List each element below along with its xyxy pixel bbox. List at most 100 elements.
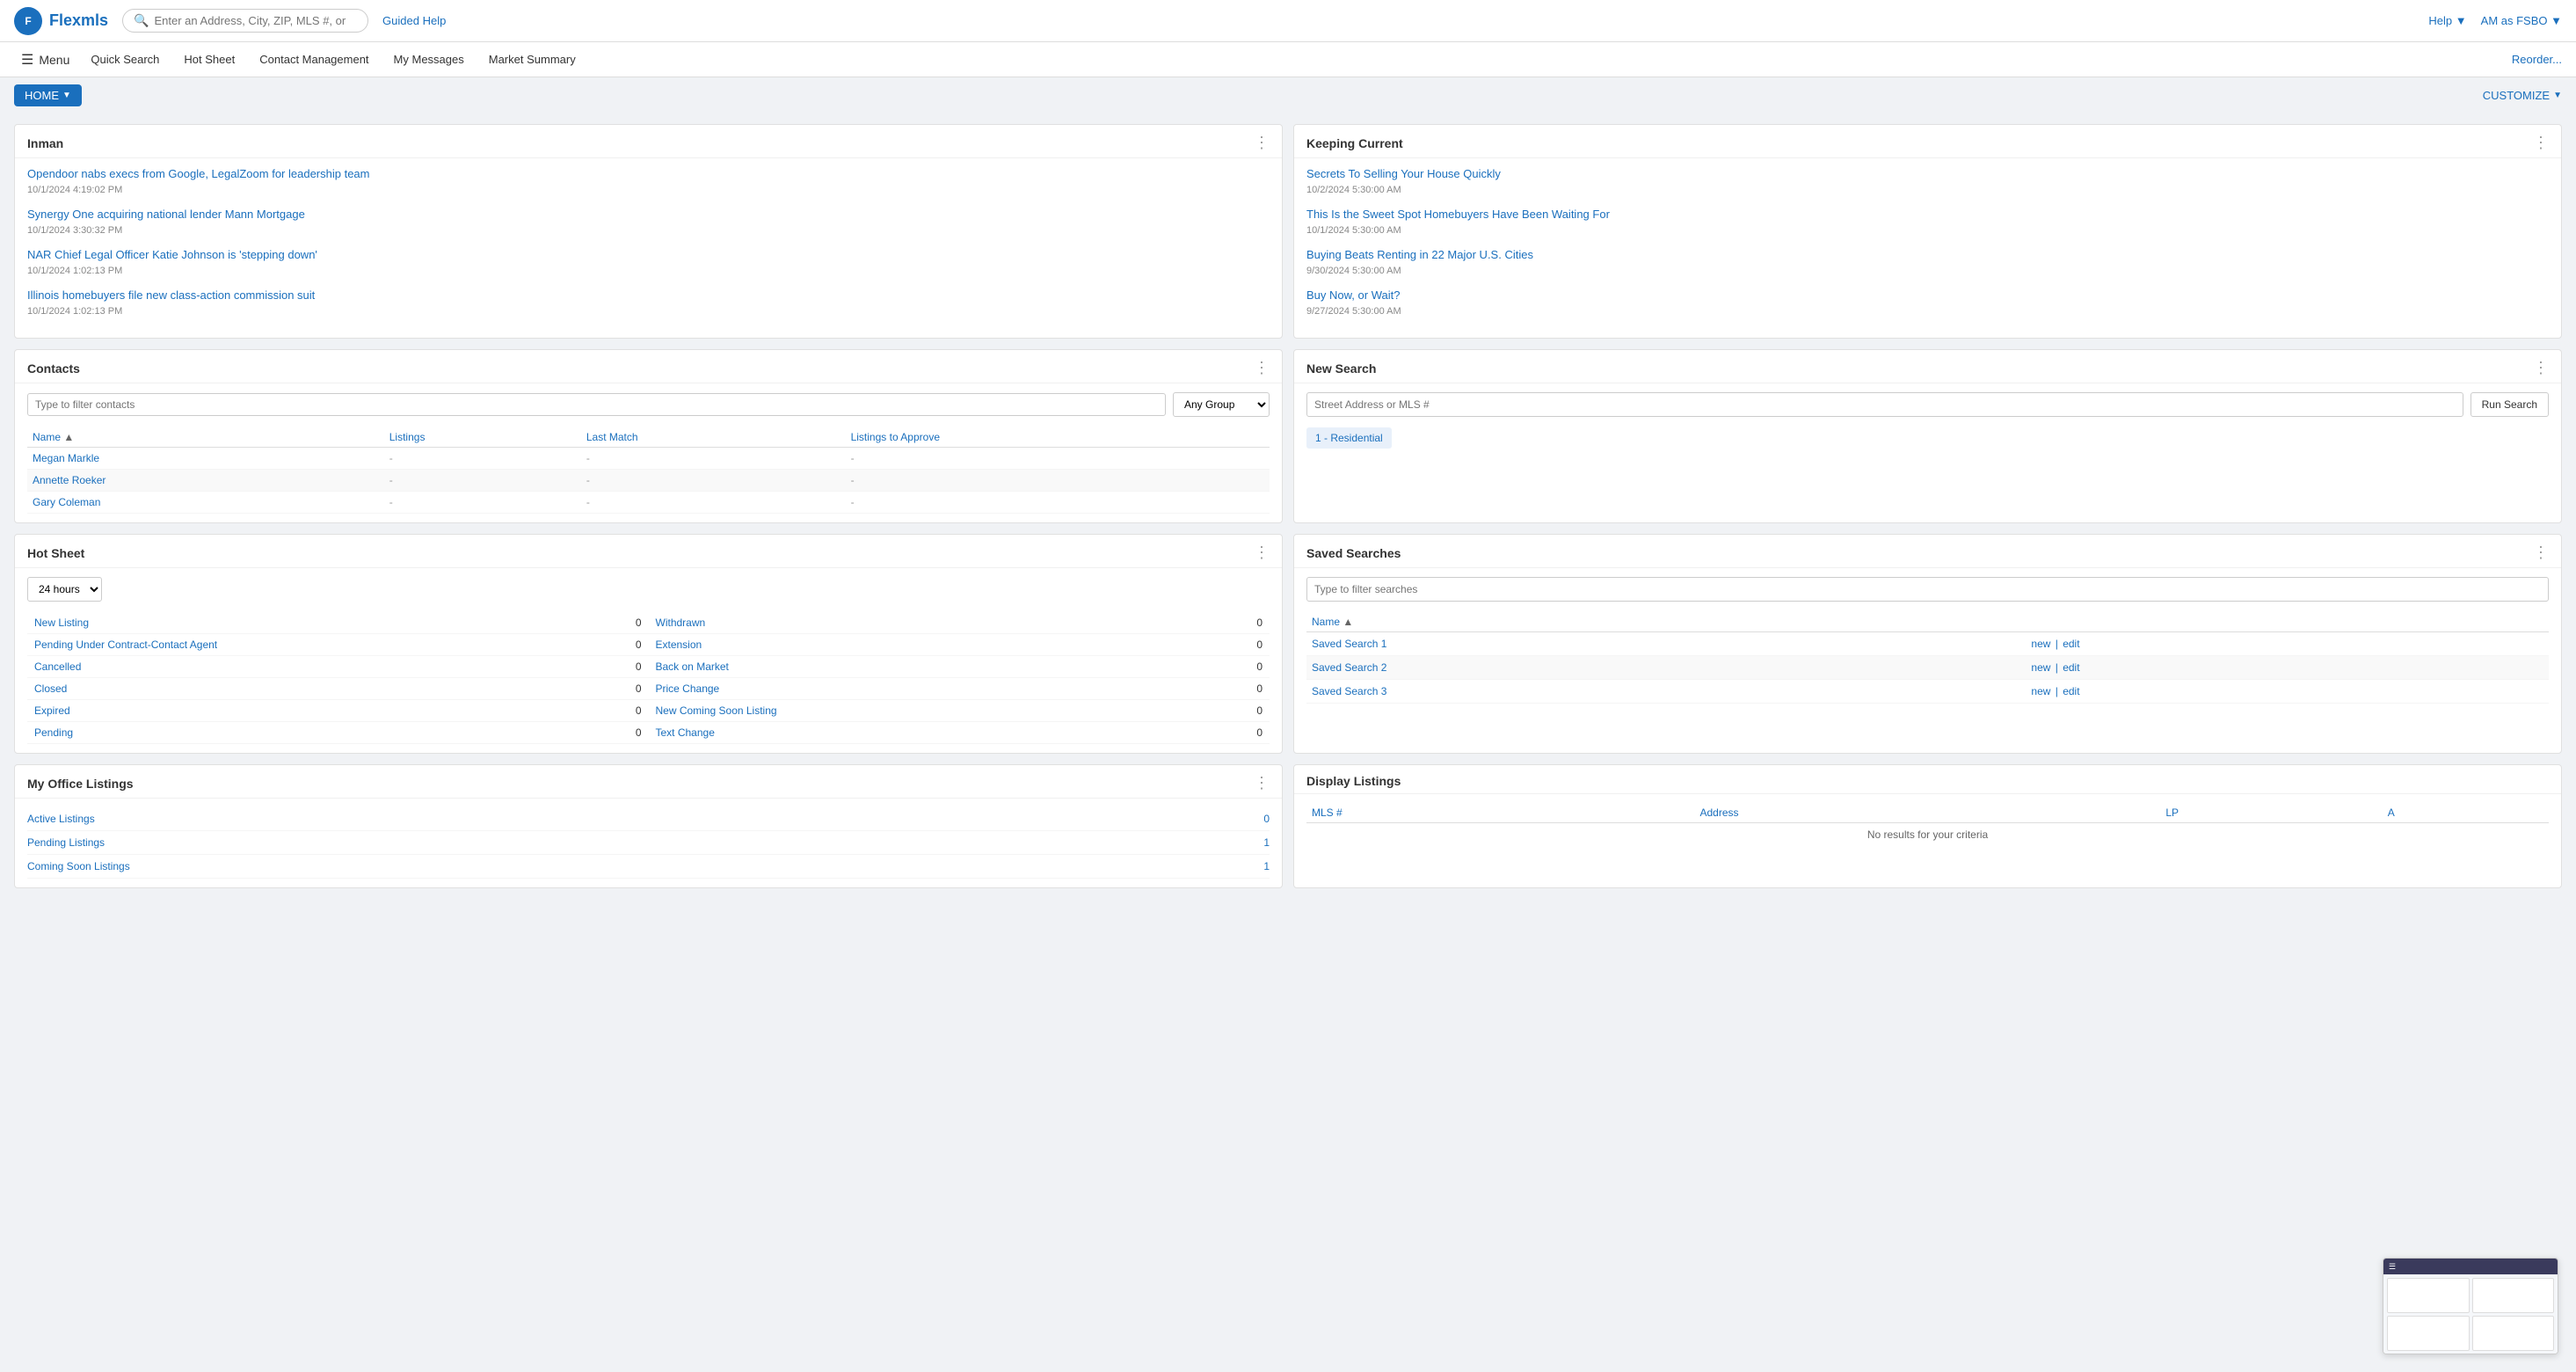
nav-quick-search[interactable]: Quick Search [80,49,170,69]
hotsheet-row: Withdrawn 0 [649,612,1270,634]
saved-search-edit-1[interactable]: edit [2063,638,2079,650]
hot-sheet-widget: Hot Sheet ⋮ 24 hours 48 hours 72 hours 1… [14,534,1283,754]
thumb-block-3 [2387,1316,2470,1351]
display-listings-table: MLS # Address LP A [1306,803,2549,846]
contact-link[interactable]: Megan Markle [33,452,99,464]
hotsheet-back-on-market[interactable]: Back on Market [656,660,729,673]
saved-search-new-1[interactable]: new [2031,638,2050,650]
saved-searches-menu-button[interactable]: ⋮ [2533,544,2549,562]
display-col-lp[interactable]: LP [2160,803,2382,823]
contacts-col-listings[interactable]: Listings [384,427,581,448]
hot-sheet-menu-button[interactable]: ⋮ [1254,544,1270,562]
search-type-tag[interactable]: 1 - Residential [1306,427,1392,449]
hotsheet-pending[interactable]: Pending [34,726,73,739]
contacts-filter-input[interactable] [27,393,1166,416]
kc-news-link-1[interactable]: Secrets To Selling Your House Quickly [1306,167,2549,180]
hotsheet-closed[interactable]: Closed [34,682,67,695]
contacts-widget: Contacts ⋮ Any Group Group 1 Group 2 Nam… [14,349,1283,523]
saved-searches-col-actions [2024,612,2549,632]
hotsheet-price-change[interactable]: Price Change [656,682,720,695]
new-search-menu-button[interactable]: ⋮ [2533,359,2549,377]
saved-searches-filter-input[interactable] [1306,577,2549,602]
nav-market-summary[interactable]: Market Summary [478,49,586,69]
thumbnail-bar: ☰ [2383,1259,2558,1274]
nav-my-messages[interactable]: My Messages [383,49,475,69]
saved-search-link-1[interactable]: Saved Search 1 [1312,638,1386,650]
hotsheet-pending-contract[interactable]: Pending Under Contract-Contact Agent [34,639,217,651]
office-listing-pending[interactable]: Pending Listings [27,836,105,849]
news-date-3: 10/1/2024 1:02:13 PM [27,266,122,276]
saved-search-link-2[interactable]: Saved Search 2 [1312,661,1386,674]
keeping-current-menu-button[interactable]: ⋮ [2533,134,2549,152]
hotsheet-cancelled[interactable]: Cancelled [34,660,81,673]
news-link-2[interactable]: Synergy One acquiring national lender Ma… [27,208,1270,221]
user-menu-button[interactable]: AM as FSBO ▼ [2481,14,2562,27]
nav-contact-management[interactable]: Contact Management [249,49,379,69]
contact-link[interactable]: Annette Roeker [33,474,106,486]
display-col-mls[interactable]: MLS # [1306,803,1694,823]
contacts-group-select[interactable]: Any Group Group 1 Group 2 [1173,392,1270,417]
inman-widget: Inman ⋮ Opendoor nabs execs from Google,… [14,124,1283,339]
office-listings-header: My Office Listings ⋮ [15,765,1282,799]
no-results-text: No results for your criteria [1306,823,2549,847]
reorder-button[interactable]: Reorder... [2512,53,2562,66]
hotsheet-withdrawn[interactable]: Withdrawn [656,617,706,629]
inman-body: Opendoor nabs execs from Google, LegalZo… [15,158,1282,338]
hotsheet-expired[interactable]: Expired [34,704,70,717]
chevron-down-icon-customize: ▼ [2553,91,2562,100]
global-search-input[interactable] [154,14,347,27]
menu-button[interactable]: ☰ Menu [14,47,76,72]
guided-help-link[interactable]: Guided Help [382,14,446,27]
help-button[interactable]: Help ▼ [2428,14,2466,27]
saved-search-new-2[interactable]: new [2031,661,2050,674]
news-item: Illinois homebuyers file new class-actio… [27,288,1270,317]
customize-button[interactable]: CUSTOMIZE ▼ [2483,89,2562,102]
saved-search-new-3[interactable]: new [2031,685,2050,697]
contacts-menu-button[interactable]: ⋮ [1254,359,1270,377]
saved-search-actions-2: new | edit [2024,656,2549,680]
office-listings-menu-button[interactable]: ⋮ [1254,774,1270,792]
saved-search-edit-2[interactable]: edit [2063,661,2079,674]
hotsheet-new-listing[interactable]: New Listing [34,617,89,629]
office-listing-active[interactable]: Active Listings [27,813,95,825]
kc-news-item: Buy Now, or Wait? 9/27/2024 5:30:00 AM [1306,288,2549,317]
nav-hot-sheet[interactable]: Hot Sheet [173,49,245,69]
contacts-col-name[interactable]: Name ▲ [27,427,384,448]
office-listing-count-coming-soon: 1 [1263,860,1270,872]
saved-search-link-3[interactable]: Saved Search 3 [1312,685,1386,697]
contacts-col-last-match[interactable]: Last Match [581,427,846,448]
logo-icon: F [14,7,42,35]
saved-searches-col-name[interactable]: Name ▲ [1306,612,2024,632]
kc-news-date-2: 10/1/2024 5:30:00 AM [1306,225,1401,236]
office-listing-coming-soon[interactable]: Coming Soon Listings [27,860,130,872]
saved-search-edit-3[interactable]: edit [2063,685,2079,697]
inman-menu-button[interactable]: ⋮ [1254,134,1270,152]
contacts-col-listings-to-approve[interactable]: Listings to Approve [846,427,1270,448]
inman-title: Inman [27,136,63,150]
hours-select[interactable]: 24 hours 48 hours 72 hours 1 week [27,577,102,602]
contact-link[interactable]: Gary Coleman [33,496,100,508]
display-col-address[interactable]: Address [1694,803,2160,823]
hotsheet-text-change[interactable]: Text Change [656,726,715,739]
hotsheet-grid: New Listing 0 Pending Under Contract-Con… [27,612,1270,744]
kc-news-link-4[interactable]: Buy Now, or Wait? [1306,288,2549,302]
hotsheet-row: New Coming Soon Listing 0 [649,700,1270,722]
table-row: Gary Coleman - - - [27,492,1270,514]
kc-news-link-2[interactable]: This Is the Sweet Spot Homebuyers Have B… [1306,208,2549,221]
display-col-a[interactable]: A [2383,803,2549,823]
contact-listings-approve-2: - [846,492,1270,514]
news-link-1[interactable]: Opendoor nabs execs from Google, LegalZo… [27,167,1270,180]
kc-news-link-3[interactable]: Buying Beats Renting in 22 Major U.S. Ci… [1306,248,2549,261]
keeping-current-header: Keeping Current ⋮ [1294,125,2561,158]
list-item: Active Listings 0 [27,807,1270,831]
display-listings-body: MLS # Address LP A [1294,794,2561,855]
news-date-4: 10/1/2024 1:02:13 PM [27,306,122,317]
global-search-bar[interactable]: 🔍 [122,9,368,33]
hotsheet-new-coming-soon[interactable]: New Coming Soon Listing [656,704,777,717]
hotsheet-extension[interactable]: Extension [656,639,702,651]
address-input[interactable] [1306,392,2463,417]
run-search-button[interactable]: Run Search [2470,392,2549,417]
news-link-3[interactable]: NAR Chief Legal Officer Katie Johnson is… [27,248,1270,261]
home-dropdown-button[interactable]: HOME ▼ [14,84,82,106]
news-link-4[interactable]: Illinois homebuyers file new class-actio… [27,288,1270,302]
